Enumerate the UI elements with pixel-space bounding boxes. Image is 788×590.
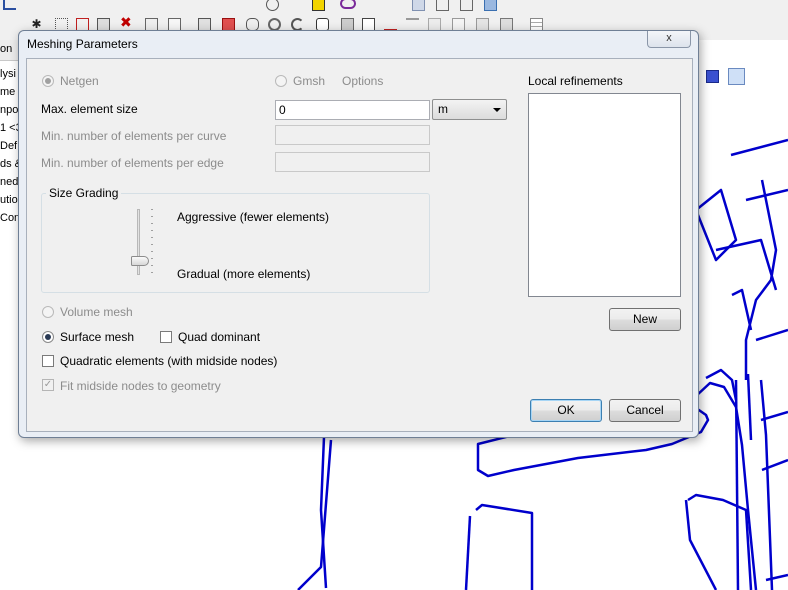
- gradual-label: Gradual (more elements): [177, 267, 311, 281]
- local-refinements-list[interactable]: [528, 93, 681, 297]
- dialog-title: Meshing Parameters: [27, 37, 138, 51]
- max-element-size-input[interactable]: 0: [275, 100, 430, 120]
- surface-mesh-label: Surface mesh: [60, 330, 135, 344]
- meshing-parameters-dialog: Meshing Parameters x Netgen Gmsh Options…: [18, 30, 699, 438]
- gmsh-options-link[interactable]: Options: [342, 74, 383, 88]
- fit-midside-checkbox[interactable]: ✓: [42, 379, 54, 391]
- close-icon: x: [666, 32, 672, 44]
- max-element-size-label: Max. element size: [41, 102, 138, 116]
- min-per-curve-input[interactable]: [275, 125, 430, 145]
- undo-icon[interactable]: [3, 0, 16, 10]
- warning-icon[interactable]: [312, 0, 325, 11]
- min-per-curve-label: Min. number of elements per curve: [41, 129, 227, 143]
- ok-button[interactable]: OK: [530, 399, 602, 422]
- quadratic-elements-label: Quadratic elements (with midside nodes): [60, 354, 278, 368]
- wire-icon[interactable]: [436, 0, 449, 11]
- delete-icon[interactable]: ✖: [120, 15, 133, 29]
- hidden-icon[interactable]: [460, 0, 473, 11]
- checkmark-icon: ✓: [43, 379, 53, 390]
- tree-header-label: on: [0, 43, 13, 55]
- tree-item[interactable]: me: [0, 86, 15, 98]
- new-refinement-button[interactable]: New: [609, 308, 681, 331]
- close-button[interactable]: x: [647, 31, 691, 48]
- gmsh-radio[interactable]: [275, 75, 287, 87]
- grading-slider-handle[interactable]: [131, 256, 149, 266]
- size-grading-title: Size Grading: [46, 186, 122, 200]
- quad-dominant-label: Quad dominant: [178, 330, 261, 344]
- tree-item[interactable]: Def: [0, 140, 17, 152]
- quad-dominant-checkbox[interactable]: [160, 331, 172, 343]
- fit-midside-label: Fit midside nodes to geometry: [60, 379, 221, 393]
- unit-select-value: m: [438, 102, 448, 116]
- quadratic-elements-checkbox[interactable]: [42, 355, 54, 367]
- measure-icon[interactable]: [266, 0, 279, 11]
- cancel-button[interactable]: Cancel: [609, 399, 681, 422]
- surface-mesh-radio[interactable]: [42, 331, 54, 343]
- dialog-body: Netgen Gmsh Options Max. element size 0 …: [26, 58, 693, 432]
- grading-slider-ticks: [151, 209, 153, 275]
- min-per-edge-input[interactable]: [275, 152, 430, 172]
- netgen-radio[interactable]: [42, 75, 54, 87]
- tree-item[interactable]: lysi: [0, 68, 16, 80]
- aggressive-label: Aggressive (fewer elements): [177, 210, 330, 224]
- volume-mesh-radio[interactable]: [42, 306, 54, 318]
- netgen-label: Netgen: [60, 74, 99, 88]
- local-refinements-title: Local refinements: [528, 74, 623, 88]
- unit-select[interactable]: m: [432, 99, 507, 120]
- grid-view-icon[interactable]: [484, 0, 497, 11]
- min-per-edge-label: Min. number of elements per edge: [41, 156, 224, 170]
- volume-mesh-label: Volume mesh: [60, 305, 133, 319]
- chevron-down-icon: [493, 108, 501, 112]
- tree-item[interactable]: ned: [0, 176, 18, 188]
- shade-icon[interactable]: [412, 0, 425, 11]
- view-icon[interactable]: [340, 0, 356, 9]
- gmsh-label: Gmsh: [293, 74, 326, 88]
- tree-item[interactable]: utio: [0, 194, 18, 206]
- tree-item[interactable]: npo: [0, 104, 18, 116]
